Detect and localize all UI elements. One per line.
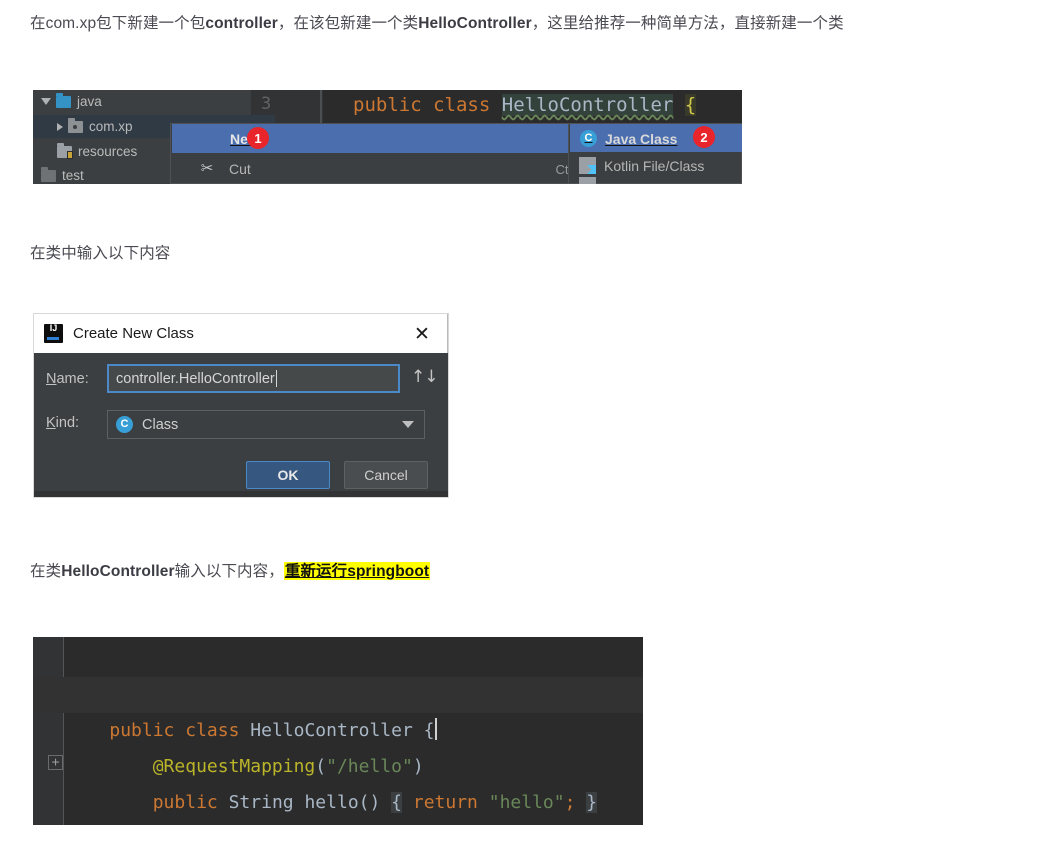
paragraph-intro-bold-controller: controller <box>205 15 278 32</box>
code-line-2: public class HelloController { <box>33 677 643 741</box>
highlighted-text: 重新运行springboot <box>283 562 431 580</box>
code-open-brace: { <box>684 94 697 116</box>
code-fold-expand-icon[interactable]: + <box>48 755 63 770</box>
text-caret <box>275 370 277 387</box>
name-input-value: controller.HelloController <box>116 370 275 387</box>
context-menu: New ✂ Cut Ctrl+X <box>170 123 608 184</box>
paragraph-intro: 在com.xp包下新建一个包controller，在该包新建一个类HelloCo… <box>30 12 844 36</box>
code-keyword-class: class <box>433 94 491 116</box>
create-new-class-dialog: Create New Class ✕ Name: controller.Hell… <box>33 313 449 498</box>
chevron-right-icon[interactable] <box>57 122 63 131</box>
tree-item-com-xp-label: com.xp <box>89 119 133 134</box>
tree-item-test-label: test <box>62 168 84 183</box>
editor-code-line: public class HelloController { <box>353 94 697 116</box>
editor-line-number: 3 <box>261 94 272 114</box>
context-menu-item-cut-label: Cut <box>229 161 251 177</box>
string-hello-value: "hello" <box>488 792 565 813</box>
tree-item-java[interactable]: java <box>33 90 259 113</box>
kind-field-label: Kind: <box>46 415 79 431</box>
submenu-item-java-class-label: Java Class <box>605 130 678 147</box>
open-brace: { <box>423 720 435 741</box>
chevron-down-icon[interactable] <box>402 421 414 428</box>
kind-select[interactable]: C Class <box>107 410 425 439</box>
code-gutter-line <box>63 637 64 825</box>
paragraph-intro-part3: ，这里给推荐一种简单方法，直接新建一个类 <box>531 15 844 32</box>
chevron-down-icon[interactable] <box>41 98 51 105</box>
java-class-icon: C <box>116 416 133 433</box>
text-caret <box>434 718 437 740</box>
paragraph-intro-bold-hellocontroller: HelloController <box>418 15 532 32</box>
cancel-button[interactable]: Cancel <box>344 461 428 489</box>
keyword-public-2: public <box>152 792 218 813</box>
paragraph-run-part1: 在类 <box>30 563 62 580</box>
semicolon: ; <box>564 792 576 813</box>
name-label-rest: ame: <box>56 371 89 387</box>
submenu-item-kotlin-file[interactable]: Kotlin File/Class <box>570 152 742 179</box>
new-submenu: C Java Class Kotlin File/Class <box>568 123 742 184</box>
code-line-3: @RequestMapping("/hello") <box>66 713 424 777</box>
intellij-logo-icon <box>44 323 63 343</box>
paragraph-run-springboot: 在类HelloController输入以下内容，重新运行springboot <box>30 560 431 584</box>
paragraph-intro-part2: ，在该包新建一个类 <box>277 15 419 32</box>
folded-open-brace[interactable]: { <box>391 792 403 813</box>
kotlin-file-icon <box>579 157 596 174</box>
kind-label-mnemonic: K <box>46 415 56 431</box>
titlebar-edge <box>447 314 448 353</box>
dialog-bottom-strip <box>34 491 448 497</box>
dialog-title: Create New Class <box>73 325 194 342</box>
keyword-return: return <box>412 792 478 813</box>
java-class-icon: C <box>580 130 597 147</box>
paragraph-enter-content: 在类中输入以下内容 <box>30 245 171 262</box>
submenu-item-partial[interactable] <box>570 176 742 184</box>
folded-close-brace[interactable]: } <box>586 792 598 813</box>
paragraph-run-part2: 输入以下内容， <box>174 563 284 580</box>
folder-dark-icon <box>41 166 56 182</box>
callout-badge-2: 2 <box>693 126 715 148</box>
context-menu-item-cut[interactable]: ✂ Cut Ctrl+X <box>172 155 606 183</box>
method-hello: hello() <box>304 792 381 813</box>
code-fold-gutter <box>33 637 63 825</box>
code-block-screenshot: + @RestController public class HelloCont… <box>33 637 643 825</box>
file-icon <box>579 176 596 184</box>
folder-resources-icon <box>57 142 73 159</box>
package-icon <box>68 117 83 133</box>
dialog-body: Name: controller.HelloController ↑↓ Kind… <box>34 353 448 497</box>
context-menu-item-new[interactable]: New <box>172 124 608 153</box>
code-line-1: @RestController <box>66 641 272 705</box>
tree-item-resources-label: resources <box>78 144 138 159</box>
submenu-item-kotlin-file-label: Kotlin File/Class <box>604 157 705 174</box>
callout-badge-1: 1 <box>247 127 269 149</box>
swap-arrows-icon[interactable]: ↑↓ <box>411 367 438 387</box>
submenu-item-java-class[interactable]: C Java Class <box>570 124 742 152</box>
name-input[interactable]: controller.HelloController <box>107 364 400 393</box>
paragraph-intro-part1: 在com.xp包下新建一个包 <box>30 15 206 32</box>
tree-item-java-label: java <box>77 94 102 109</box>
type-string: String <box>228 792 294 813</box>
code-keyword-public: public <box>353 94 422 116</box>
kind-label-rest: ind: <box>55 415 80 431</box>
folder-blue-icon <box>56 92 71 108</box>
scissors-icon: ✂ <box>200 160 214 177</box>
kind-select-value: Class <box>142 416 179 433</box>
name-field-label: Name: <box>46 371 89 387</box>
code-class-name: HelloController <box>501 94 674 116</box>
close-icon[interactable]: ✕ <box>412 324 432 344</box>
name-label-mnemonic: N <box>46 371 57 387</box>
paragraph-run-bold-class: HelloController <box>61 563 175 580</box>
dialog-titlebar: Create New Class ✕ <box>34 314 448 353</box>
code-line-5: } <box>66 785 120 821</box>
ok-button[interactable]: OK <box>246 461 330 489</box>
ide-context-menu-screenshot: 3 public class HelloController { java co… <box>33 90 742 184</box>
code-line-4: public String hello() { return "hello"; … <box>66 749 598 813</box>
